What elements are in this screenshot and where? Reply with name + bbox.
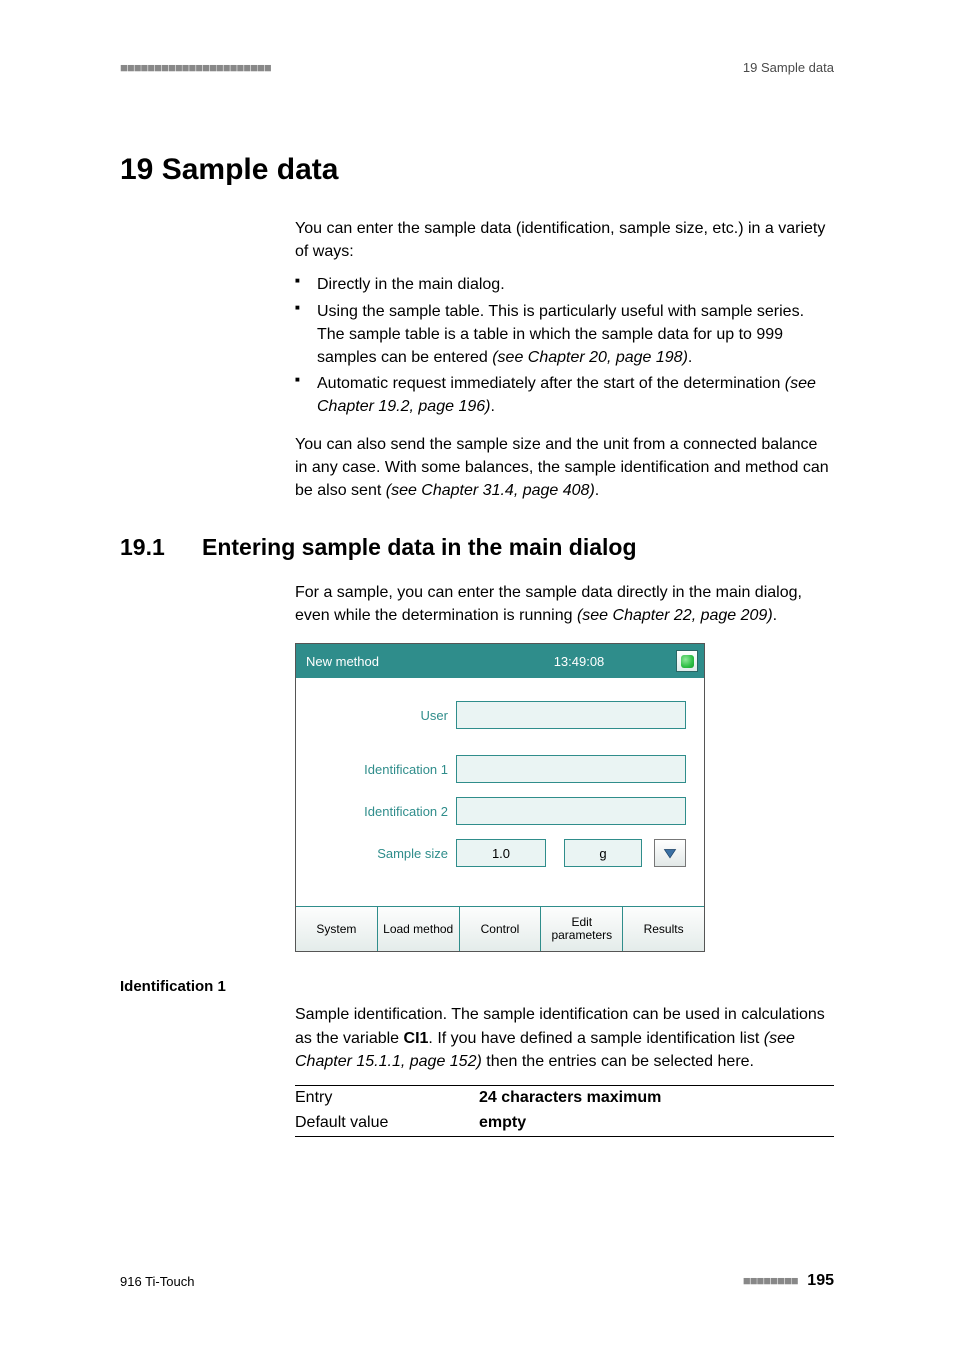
bullet-end: .: [688, 349, 692, 366]
field-label: Identification 1: [306, 762, 456, 777]
system-button[interactable]: System: [296, 907, 378, 951]
section-number: 19.1: [120, 534, 202, 561]
field-label: Sample size: [306, 846, 456, 861]
device-method-title: New method: [306, 654, 488, 669]
field-description: Sample identification. The sample identi…: [295, 1003, 834, 1073]
field-label: Identification 2: [306, 804, 456, 819]
paragraph-end: .: [595, 482, 599, 499]
footer-dashes: ■■■■■■■■: [743, 1273, 798, 1288]
cross-ref: (see Chapter 20, page 198): [492, 349, 688, 366]
status-indicator-button[interactable]: [676, 650, 698, 672]
identification2-input[interactable]: [456, 797, 686, 825]
sample-size-input[interactable]: 1.0: [456, 839, 546, 867]
table-row: Default value empty: [295, 1111, 834, 1136]
unit-dropdown-button[interactable]: [654, 839, 686, 867]
header-chapter-ref: 19 Sample data: [743, 60, 834, 75]
table-row: Entry 24 characters maximum: [295, 1086, 834, 1111]
header-dashes: ■■■■■■■■■■■■■■■■■■■■■■: [120, 60, 271, 75]
sample-unit-input[interactable]: g: [564, 839, 642, 867]
edit-parameters-button[interactable]: Edit parameters: [541, 907, 623, 951]
user-input[interactable]: [456, 701, 686, 729]
control-button[interactable]: Control: [460, 907, 542, 951]
chapter-title: 19 Sample data: [120, 153, 834, 187]
device-titlebar: New method 13:49:08: [296, 644, 704, 678]
load-method-button[interactable]: Load method: [378, 907, 460, 951]
bullet-end: .: [490, 398, 494, 415]
status-dot-icon: [681, 655, 694, 668]
footer-product: 916 Ti-Touch: [120, 1274, 194, 1289]
field-heading-identification1: Identification 1: [120, 978, 834, 995]
results-button[interactable]: Results: [623, 907, 704, 951]
bullet-item: Automatic request immediately after the …: [295, 372, 834, 418]
section-heading: 19.1 Entering sample data in the main di…: [120, 534, 834, 561]
spec-key: Default value: [295, 1111, 479, 1136]
page-footer: 916 Ti-Touch ■■■■■■■■ 195: [120, 1272, 834, 1290]
spec-value: empty: [479, 1111, 526, 1136]
chevron-down-icon: [663, 846, 677, 860]
field-desc-text: then the entries can be selected here.: [482, 1053, 754, 1070]
footer-page-number: 195: [807, 1272, 834, 1289]
field-row-id2: Identification 2: [306, 796, 694, 826]
page-header: ■■■■■■■■■■■■■■■■■■■■■■ 19 Sample data: [120, 60, 834, 75]
field-row-user: User: [306, 700, 694, 730]
device-screenshot: New method 13:49:08 User Identification …: [295, 643, 705, 952]
device-button-bar: System Load method Control Edit paramete…: [296, 906, 704, 951]
field-row-sample-size: Sample size 1.0 g: [306, 838, 694, 868]
spec-value: 24 characters maximum: [479, 1086, 661, 1111]
field-label: User: [306, 708, 456, 723]
bullet-item: Using the sample table. This is particul…: [295, 300, 834, 370]
cross-ref: (see Chapter 22, page 209): [577, 607, 773, 624]
device-clock: 13:49:08: [488, 654, 670, 669]
intro-bullets: Directly in the main dialog. Using the s…: [295, 273, 834, 418]
spec-key: Entry: [295, 1086, 479, 1111]
bullet-item: Directly in the main dialog.: [295, 273, 834, 296]
device-body: User Identification 1 Identification 2 S…: [296, 678, 704, 906]
intro-paragraph: You can enter the sample data (identific…: [295, 217, 834, 263]
field-desc-text: . If you have defined a sample identific…: [428, 1030, 763, 1047]
section-intro: For a sample, you can enter the sample d…: [295, 581, 834, 627]
section-intro-end: .: [773, 607, 777, 624]
field-row-id1: Identification 1: [306, 754, 694, 784]
identification1-input[interactable]: [456, 755, 686, 783]
field-spec-table: Entry 24 characters maximum Default valu…: [295, 1085, 834, 1137]
cross-ref: (see Chapter 31.4, page 408): [386, 482, 595, 499]
variable-name: CI1: [404, 1030, 429, 1047]
section-title: Entering sample data in the main dialog: [202, 534, 637, 561]
paragraph: You can also send the sample size and th…: [295, 433, 834, 503]
bullet-text: Automatic request immediately after the …: [317, 375, 785, 392]
